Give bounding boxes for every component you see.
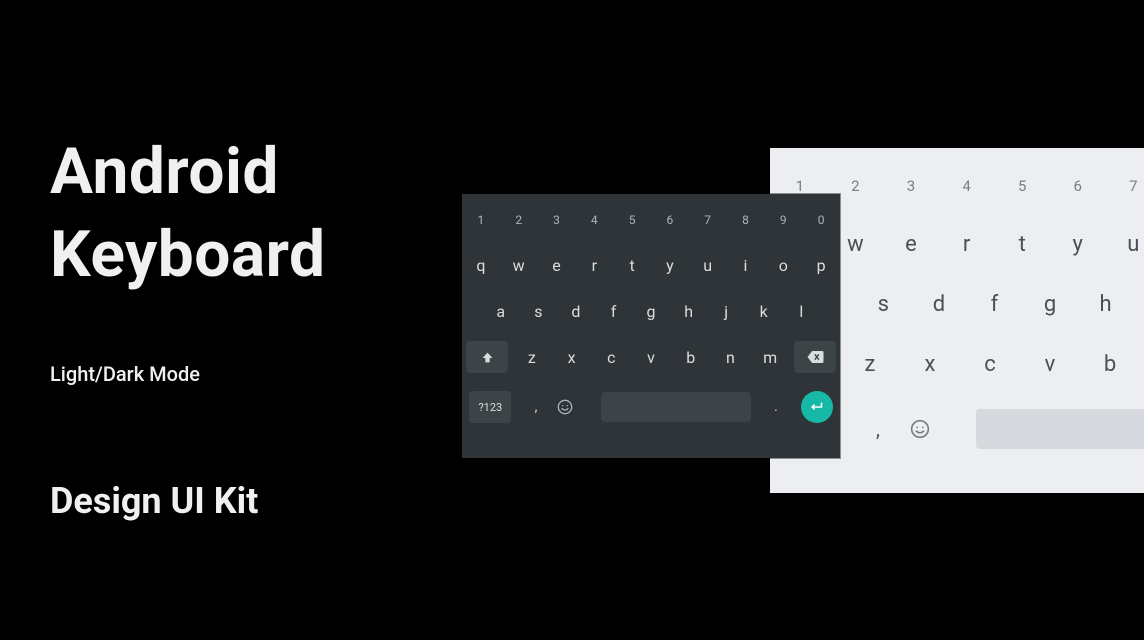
symbols-key[interactable]: ?123 [469, 391, 511, 423]
key-c[interactable]: c [591, 348, 631, 367]
key-6[interactable]: 6 [651, 213, 689, 227]
key-g[interactable]: g [632, 302, 670, 321]
backspace-key[interactable] [794, 341, 836, 373]
key-b[interactable]: b [671, 348, 711, 367]
hero-title: Android Keyboard [50, 130, 326, 296]
title-line-2: Keyboard [50, 213, 326, 296]
key-u[interactable]: u [689, 256, 727, 275]
shift-icon [481, 351, 494, 364]
key-h[interactable]: h [670, 302, 708, 321]
key-i[interactable]: i [727, 256, 765, 275]
key-3[interactable]: 3 [883, 177, 939, 195]
key-z[interactable]: z [512, 348, 552, 367]
key-n[interactable]: n [1140, 352, 1144, 377]
key-3[interactable]: 3 [538, 213, 576, 227]
key-b[interactable]: b [1080, 352, 1140, 377]
key-v[interactable]: v [1020, 352, 1080, 377]
shift-key[interactable] [466, 341, 508, 373]
key-v[interactable]: v [631, 348, 671, 367]
key-t[interactable]: t [613, 256, 651, 275]
comma-key[interactable]: , [522, 399, 550, 415]
key-y[interactable]: y [651, 256, 689, 275]
key-e[interactable]: e [538, 256, 576, 275]
key-l[interactable]: l [783, 302, 821, 321]
emoji-key[interactable] [910, 419, 958, 439]
key-s[interactable]: s [856, 292, 912, 317]
key-x[interactable]: x [900, 352, 960, 377]
key-4[interactable]: 4 [575, 213, 613, 227]
key-p[interactable]: p [802, 256, 840, 275]
key-m[interactable]: m [750, 348, 790, 367]
backspace-icon [807, 351, 824, 363]
key-7[interactable]: 7 [689, 213, 727, 227]
title-line-1: Android [50, 130, 326, 213]
key-n[interactable]: n [711, 348, 751, 367]
key-h[interactable]: h [1078, 292, 1134, 317]
comma-key[interactable]: , [858, 417, 898, 441]
key-r[interactable]: r [939, 232, 995, 257]
hero-subtitle: Light/Dark Mode [50, 362, 200, 386]
key-d[interactable]: d [557, 302, 595, 321]
period-key[interactable]: . [762, 399, 790, 415]
key-u[interactable]: u [1106, 232, 1144, 257]
key-5[interactable]: 5 [613, 213, 651, 227]
key-g[interactable]: g [1022, 292, 1078, 317]
row-space: ?123 , . [462, 380, 840, 434]
space-key[interactable] [976, 409, 1144, 449]
row-qwerty: q w e r t y u i o p [462, 242, 840, 288]
key-2[interactable]: 2 [500, 213, 538, 227]
keyboard-dark: 1 2 3 4 5 6 7 8 9 0 q w e r t y u i o p … [462, 194, 840, 458]
key-r[interactable]: r [575, 256, 613, 275]
key-a[interactable]: a [482, 302, 520, 321]
key-j[interactable]: j [1133, 292, 1144, 317]
key-o[interactable]: o [764, 256, 802, 275]
key-7[interactable]: 7 [1106, 177, 1144, 195]
key-z[interactable]: z [840, 352, 900, 377]
key-4[interactable]: 4 [939, 177, 995, 195]
row-asdf: a s d f g h j k l [462, 288, 840, 334]
key-2[interactable]: 2 [828, 177, 884, 195]
emoji-icon [557, 399, 573, 415]
row-numbers: 1 2 3 4 5 6 7 8 9 0 [462, 198, 840, 242]
key-j[interactable]: j [707, 302, 745, 321]
key-w[interactable]: w [500, 256, 538, 275]
key-1[interactable]: 1 [462, 213, 500, 227]
key-y[interactable]: y [1050, 232, 1106, 257]
key-0[interactable]: 0 [802, 213, 840, 227]
key-x[interactable]: x [552, 348, 592, 367]
enter-key[interactable] [801, 391, 833, 423]
key-f[interactable]: f [967, 292, 1023, 317]
space-key[interactable] [601, 392, 751, 422]
key-d[interactable]: d [911, 292, 967, 317]
key-9[interactable]: 9 [764, 213, 802, 227]
key-c[interactable]: c [960, 352, 1020, 377]
key-e[interactable]: e [883, 232, 939, 257]
key-6[interactable]: 6 [1050, 177, 1106, 195]
emoji-icon [910, 419, 930, 439]
key-t[interactable]: t [994, 232, 1050, 257]
footer-title: Design UI Kit [50, 480, 258, 522]
enter-icon [809, 401, 824, 413]
key-f[interactable]: f [595, 302, 633, 321]
emoji-key[interactable] [557, 399, 591, 415]
key-1[interactable]: 1 [772, 177, 828, 195]
key-8[interactable]: 8 [727, 213, 765, 227]
key-q[interactable]: q [462, 256, 500, 275]
row-zxcv: z x c v b n m [462, 334, 840, 380]
key-5[interactable]: 5 [994, 177, 1050, 195]
key-k[interactable]: k [745, 302, 783, 321]
key-s[interactable]: s [520, 302, 558, 321]
